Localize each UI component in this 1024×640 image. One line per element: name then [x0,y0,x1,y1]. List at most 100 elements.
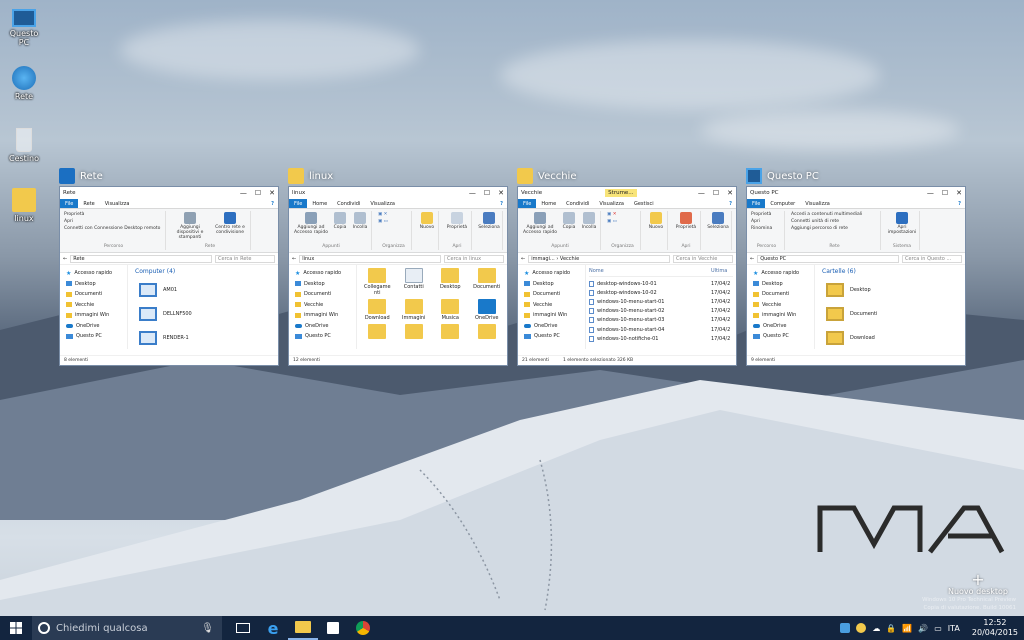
ribbon-aggiungi-accesso-rapido[interactable]: Aggiungi ad Accesso rapido [293,212,329,243]
folder-item[interactable] [470,324,505,340]
ribbon-seleziona[interactable]: Seleziona [707,212,729,230]
nav-accesso-rapido[interactable]: ★ Accesso rapido [524,268,585,279]
volume-icon[interactable]: 🔊 [918,624,928,633]
tab-condividi[interactable]: Condividi [561,199,594,208]
tray-security-icon[interactable] [856,623,867,633]
maximize-icon[interactable]: ☐ [484,189,490,197]
tray-lock-icon[interactable]: 🔒 [886,624,896,633]
nav-desktop[interactable]: Desktop [524,279,585,290]
address-bar[interactable]: Rete [70,254,212,263]
nav-documenti[interactable]: Documenti [753,289,814,300]
nav-desktop[interactable]: Desktop [66,279,127,290]
task-view-button[interactable] [228,616,258,640]
maximize-icon[interactable]: ☐ [255,189,261,197]
tab-home[interactable]: Home [307,199,332,208]
tab-file[interactable]: File [60,199,79,208]
nav-questo-pc[interactable]: Questo PC [753,331,814,342]
tab-computer[interactable]: Computer [765,199,800,208]
search-input[interactable]: Cerca in Rete [215,254,275,263]
list-item[interactable]: Desktop [818,278,962,302]
list-item[interactable]: DELLNF500 [131,302,275,326]
nav-questo-pc[interactable]: Questo PC [524,331,585,342]
file-row[interactable]: windows-10-menu-start-01 17/04/2 [589,297,733,306]
nav-immagini[interactable]: immagini Win [66,310,127,321]
nav-documenti[interactable]: Documenti [524,289,585,300]
clock[interactable]: 12:52 20/04/2015 [972,618,1018,638]
nav-onedrive[interactable]: OneDrive [524,321,585,332]
tab-condividi[interactable]: Condividi [332,199,365,208]
close-icon[interactable]: ✕ [498,189,504,197]
file-row[interactable]: windows-10-menu-start-04 17/04/2 [589,325,733,334]
folder-item[interactable]: Download [360,299,395,321]
folder-item[interactable] [397,324,432,340]
folder-item[interactable]: Immagini [397,299,432,321]
file-row[interactable]: desktop-windows-10-01 17/04/2 [589,279,733,288]
ribbon-nuovo[interactable]: Nuovo [418,212,436,230]
desktop-icon-linux[interactable]: linux [4,188,44,223]
tab-visualizza[interactable]: Visualizza [594,199,629,208]
close-icon[interactable]: ✕ [727,189,733,197]
ribbon-rinomina[interactable]: Rinomina [751,226,782,231]
network-tray-icon[interactable]: 📶 [902,624,912,633]
ribbon-incolla[interactable]: Incolla [351,212,369,243]
nav-accesso-rapido[interactable]: ★ Accesso rapido [753,268,814,279]
desktop-icon-cestino[interactable]: Cestino [4,128,44,163]
nav-onedrive[interactable]: OneDrive [66,321,127,332]
back-icon[interactable]: ← [63,256,67,262]
address-bar[interactable]: Questo PC [757,254,899,263]
task-view-window-linux[interactable]: linux linux — ☐ ✕ File Home Condividi Visu… [288,166,508,366]
tray-app-icon[interactable] [840,623,851,633]
folder-item[interactable]: Documenti [470,268,505,296]
nav-vecchie[interactable]: Vecchie [524,300,585,311]
ribbon-proprieta[interactable]: Proprietà [445,212,469,230]
folder-item[interactable]: Musica [433,299,468,321]
column-header-name[interactable]: Nome [589,268,711,276]
file-row[interactable]: desktop-windows-10-02 17/04/2 [589,288,733,297]
folder-item[interactable]: Collegame nti [360,268,395,296]
onedrive-tray-icon[interactable]: ☁ [872,624,880,633]
tab-file[interactable]: File [747,199,766,208]
start-button[interactable] [0,616,32,640]
ribbon-centro-rete[interactable]: Centro rete e condivisione [212,212,248,243]
nav-vecchie[interactable]: Vecchie [66,300,127,311]
nav-onedrive[interactable]: OneDrive [753,321,814,332]
help-icon[interactable]: ? [267,199,278,208]
ribbon-nuovo[interactable]: Nuovo [647,212,665,230]
tab-gestisci[interactable]: Gestisci [629,199,659,208]
minimize-icon[interactable]: — [927,189,934,197]
search-input[interactable]: Cerca in linux [444,254,504,263]
ribbon-apri[interactable]: Apri [64,219,163,224]
folder-item[interactable] [433,324,468,340]
nav-vecchie[interactable]: Vecchie [753,300,814,311]
help-icon[interactable]: ? [496,199,507,208]
file-row[interactable]: windows-10-menu-start-03 17/04/2 [589,316,733,325]
nav-immagini[interactable]: immagini Win [295,310,356,321]
ribbon-seleziona[interactable]: Seleziona [478,212,500,230]
folder-item[interactable] [360,324,395,340]
microphone-icon[interactable]: 🎙 [201,623,214,634]
taskbar-edge[interactable]: e [258,616,288,640]
search-input[interactable]: Cerca in Questo ... [902,254,962,263]
ribbon-incolla[interactable]: Incolla [580,212,598,243]
ribbon-apri[interactable]: Apri [751,219,782,224]
ribbon-proprieta[interactable]: Proprietà [674,212,698,230]
minimize-icon[interactable]: — [240,189,247,197]
tab-visualizza[interactable]: Visualizza [365,199,400,208]
ribbon-connetti[interactable]: Connetti con Connessione Desktop remoto [64,226,163,231]
nav-desktop[interactable]: Desktop [295,279,356,290]
close-icon[interactable]: ✕ [956,189,962,197]
nav-desktop[interactable]: Desktop [753,279,814,290]
ribbon-apri-impostazioni[interactable]: Apri impostazioni [887,212,917,235]
folder-item[interactable]: OneDrive [470,299,505,321]
file-row[interactable]: windows-10-notifiche-01 17/04/2 [589,334,733,343]
move-icon[interactable]: ▣ ✕ [607,212,638,217]
ribbon-aggiungi-dispositivi[interactable]: Aggiungi dispositivi e stampanti [172,212,208,243]
language-indicator[interactable]: ITA [948,624,960,633]
taskbar-explorer[interactable] [288,616,318,640]
nav-accesso-rapido[interactable]: ★ Accesso rapido [295,268,356,279]
notification-icon[interactable]: ▭ [934,624,942,633]
tab-visualizza[interactable]: Visualizza [100,199,135,208]
address-bar[interactable]: linux [299,254,441,263]
tab-home[interactable]: Home [536,199,561,208]
minimize-icon[interactable]: — [469,189,476,197]
